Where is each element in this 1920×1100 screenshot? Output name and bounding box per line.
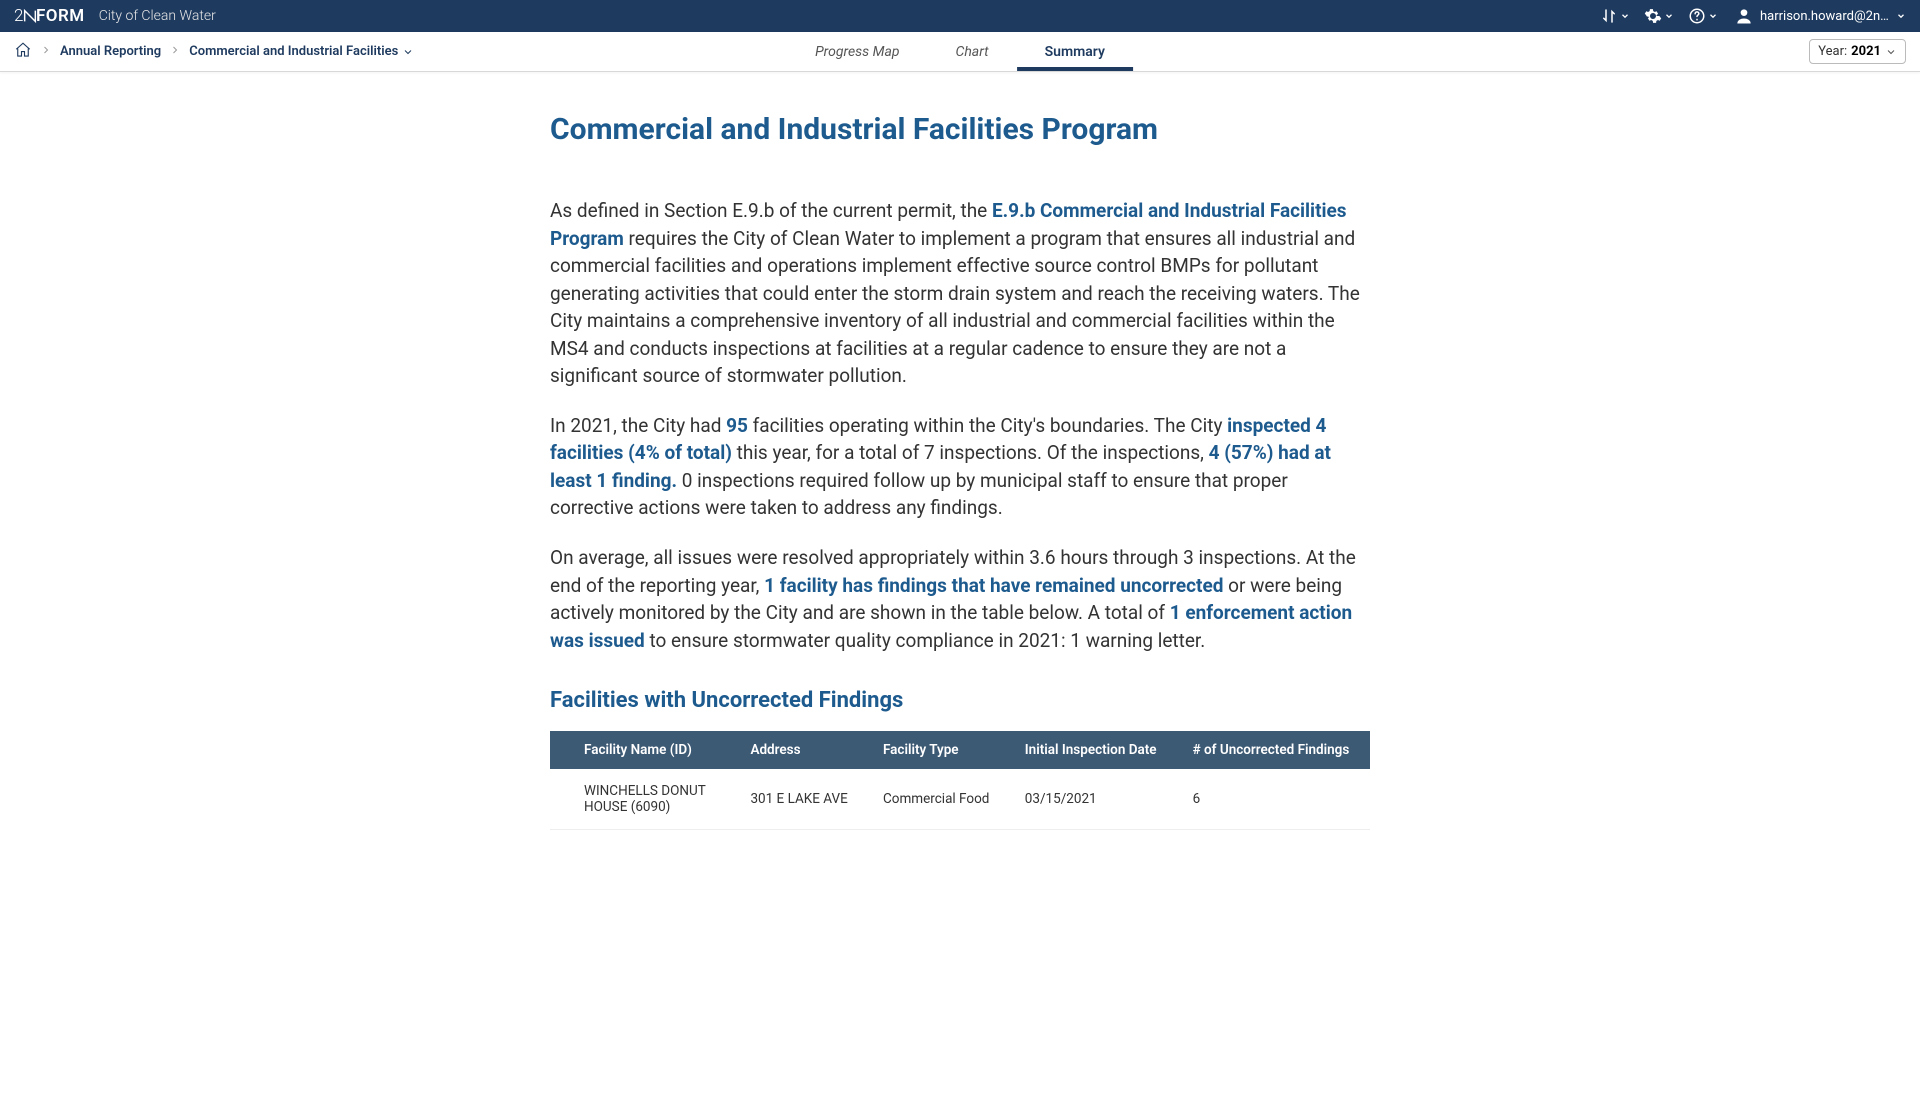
breadcrumb-annual-reporting[interactable]: Annual Reporting — [60, 44, 161, 59]
tab-summary[interactable]: Summary — [1017, 32, 1133, 71]
tab-progress-map[interactable]: Progress Map — [787, 32, 927, 71]
chevron-down-icon — [1620, 11, 1630, 21]
chevron-down-icon — [402, 46, 414, 58]
app-header: 2FORM City of Clean Water harrison.howar… — [0, 0, 1920, 32]
chevron-right-icon — [169, 44, 181, 60]
cell-facility-name: WINCHELLS DONUT HOUSE (6090) — [550, 769, 734, 830]
main-content: Commercial and Industrial Facilities Pro… — [550, 72, 1370, 890]
cell-address: 301 E LAKE AVE — [734, 769, 867, 830]
summary-paragraph-1: As defined in Section E.9.b of the curre… — [550, 197, 1370, 390]
gear-icon — [1644, 7, 1662, 25]
cell-facility-type: Commercial Food — [867, 769, 1009, 830]
user-menu[interactable]: harrison.howard@2nd... — [1728, 6, 1906, 26]
summary-paragraph-2: In 2021, the City had 95 facilities oper… — [550, 412, 1370, 522]
tab-chart[interactable]: Chart — [927, 32, 1016, 71]
help-menu[interactable] — [1684, 7, 1722, 25]
chevron-down-icon — [1664, 11, 1674, 21]
breadcrumb: Annual Reporting Commercial and Industri… — [14, 41, 414, 63]
col-facility-type[interactable]: Facility Type — [867, 731, 1009, 769]
chevron-right-icon — [40, 44, 52, 60]
table-section-title: Facilities with Uncorrected Findings — [550, 688, 1370, 713]
breadcrumb-current-label: Commercial and Industrial Facilities — [189, 44, 398, 59]
chevron-down-icon — [1885, 46, 1897, 58]
app-logo[interactable]: 2FORM — [14, 6, 85, 26]
chevron-down-icon — [1896, 11, 1906, 21]
view-tabs: Progress Map Chart Summary — [787, 32, 1133, 71]
sub-header: Annual Reporting Commercial and Industri… — [0, 32, 1920, 72]
year-label: Year: — [1818, 44, 1847, 59]
col-facility-name[interactable]: Facility Name (ID) — [550, 731, 734, 769]
col-uncorrected-findings[interactable]: # of Uncorrected Findings — [1177, 731, 1370, 769]
col-address[interactable]: Address — [734, 731, 867, 769]
cell-findings: 6 — [1177, 769, 1370, 830]
year-selector[interactable]: Year: 2021 — [1809, 39, 1906, 64]
home-icon — [14, 41, 32, 59]
settings-menu[interactable] — [1640, 7, 1678, 25]
sort-icon — [1600, 7, 1618, 25]
year-value: 2021 — [1851, 44, 1881, 59]
col-inspection-date[interactable]: Initial Inspection Date — [1009, 731, 1177, 769]
uncorrected-count: 1 facility has findings that have remain… — [764, 574, 1223, 597]
uncorrected-findings-table: Facility Name (ID) Address Facility Type… — [550, 731, 1370, 830]
help-icon — [1688, 7, 1706, 25]
cell-inspection-date: 03/15/2021 — [1009, 769, 1177, 830]
table-row[interactable]: WINCHELLS DONUT HOUSE (6090) 301 E LAKE … — [550, 769, 1370, 830]
user-email: harrison.howard@2nd... — [1760, 9, 1890, 24]
summary-paragraph-3: On average, all issues were resolved app… — [550, 544, 1370, 654]
chevron-down-icon — [1708, 11, 1718, 21]
breadcrumb-current[interactable]: Commercial and Industrial Facilities — [189, 44, 414, 59]
sort-menu[interactable] — [1596, 7, 1634, 25]
header-actions: harrison.howard@2nd... — [1596, 6, 1906, 26]
organization-name: City of Clean Water — [99, 8, 216, 24]
page-title: Commercial and Industrial Facilities Pro… — [550, 112, 1370, 147]
facility-count: 95 — [726, 414, 748, 437]
user-icon — [1734, 6, 1754, 26]
table-header-row: Facility Name (ID) Address Facility Type… — [550, 731, 1370, 769]
home-link[interactable] — [14, 41, 32, 63]
logo-area: 2FORM City of Clean Water — [14, 6, 216, 26]
